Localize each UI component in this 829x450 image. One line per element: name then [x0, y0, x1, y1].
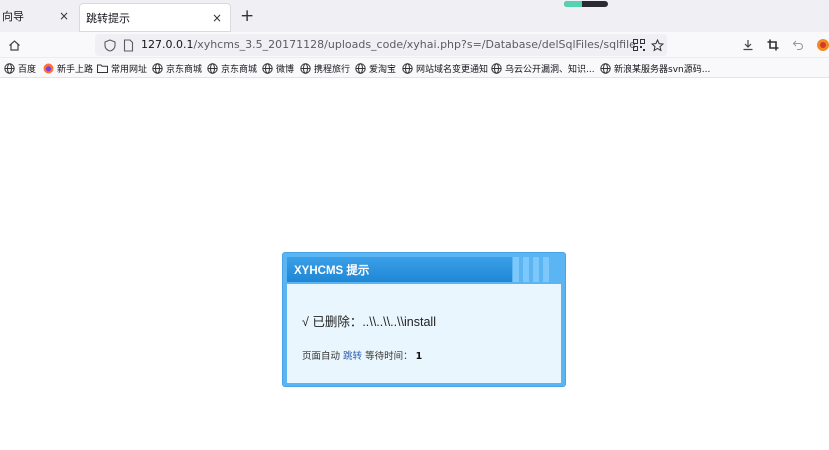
wait-label: 等待时间： — [365, 351, 413, 362]
undo-icon[interactable] — [789, 36, 807, 54]
bookmark-label: 百度 — [18, 64, 37, 75]
close-tab-icon[interactable]: × — [58, 9, 70, 23]
extension-icon[interactable] — [814, 36, 829, 54]
qr-code-icon[interactable] — [630, 36, 648, 54]
header-stripe — [543, 257, 549, 282]
redirect-notice: 页面自动 跳转 等待时间： 1 — [302, 348, 422, 362]
folder-icon — [97, 63, 108, 74]
bookmark-label: 网站域名变更通知 — [416, 64, 489, 75]
header-stripe — [523, 257, 529, 282]
bookmark-item[interactable]: 携程旅行 — [300, 61, 350, 75]
header-stripe — [533, 257, 539, 282]
globe-icon — [4, 62, 15, 74]
dialog-header: XYHCMS 提示 — [287, 257, 512, 282]
bookmark-label: 京东商城 — [166, 64, 203, 75]
firefox-icon — [43, 63, 54, 74]
bookmark-label: 乌云公开漏洞、知识... — [505, 64, 595, 75]
new-tab-button[interactable]: + — [240, 6, 254, 26]
wait-prefix: 页面自动 — [302, 351, 341, 362]
tab-previous[interactable]: 向导 × — [0, 0, 78, 32]
bookmark-item[interactable]: 网站域名变更通知 — [402, 61, 488, 75]
wait-seconds: 1 — [415, 351, 423, 362]
globe-icon — [262, 62, 273, 74]
tab-indicator — [564, 1, 608, 7]
bookmarks-bar: 百度 新手上路 常用网址 京东商城 京东商城 微博 携程旅行 爱淘宝 网站域名变… — [0, 58, 829, 78]
bookmark-item[interactable]: 百度 — [4, 61, 36, 75]
globe-icon — [152, 62, 163, 74]
url-text[interactable]: 127.0.0.1/xyhcms_3.5_20171128/uploads_co… — [141, 34, 635, 56]
bookmark-label: 新手上路 — [57, 64, 94, 75]
globe-icon — [207, 62, 218, 74]
bookmark-label: 常用网址 — [111, 64, 148, 75]
bookmark-item[interactable]: 爱淘宝 — [355, 61, 396, 75]
bookmark-label: 携程旅行 — [314, 64, 351, 75]
globe-icon — [600, 62, 611, 74]
home-icon[interactable] — [5, 36, 23, 54]
bookmark-item[interactable]: 常用网址 — [97, 61, 147, 75]
header-stripe — [513, 257, 519, 282]
url-path: /xyhcms_3.5_20171128/uploads_code/xyhai.… — [193, 38, 635, 51]
url-host: 127.0.0.1 — [141, 38, 194, 51]
bookmark-item[interactable]: 乌云公开漏洞、知识... — [491, 61, 595, 75]
bookmark-label: 微博 — [276, 64, 295, 75]
crop-icon[interactable] — [764, 36, 782, 54]
tab-strip: 向导 × 跳转提示 × + — [0, 0, 829, 32]
dialog-body: √ 已删除：..\\..\\..\\install 页面自动 跳转 等待时间： 1 — [287, 284, 561, 383]
bookmark-item[interactable]: 京东商城 — [207, 61, 257, 75]
tab-active[interactable]: 跳转提示 × — [79, 3, 231, 32]
bookmark-item[interactable]: 新手上路 — [43, 61, 93, 75]
bookmark-label: 新浪某服务器svn源码... — [614, 64, 711, 75]
bookmark-star-icon[interactable] — [648, 36, 666, 54]
jump-link[interactable]: 跳转 — [343, 351, 362, 362]
globe-icon — [300, 62, 311, 74]
bookmark-item[interactable]: 新浪某服务器svn源码... — [600, 61, 710, 75]
close-tab-icon[interactable]: × — [211, 11, 223, 25]
success-message: √ 已删除：..\\..\\..\\install — [302, 315, 436, 329]
globe-icon — [402, 62, 413, 74]
tab-label: 跳转提示 — [86, 11, 130, 25]
bookmark-label: 京东商城 — [221, 64, 258, 75]
bookmark-label: 爱淘宝 — [369, 64, 397, 75]
globe-icon — [355, 62, 366, 74]
notice-dialog: XYHCMS 提示 √ 已删除：..\\..\\..\\install 页面自动… — [282, 252, 566, 387]
navigation-bar: 127.0.0.1/xyhcms_3.5_20171128/uploads_co… — [0, 32, 829, 58]
address-bar[interactable]: 127.0.0.1/xyhcms_3.5_20171128/uploads_co… — [95, 34, 667, 56]
bookmark-item[interactable]: 京东商城 — [152, 61, 202, 75]
bookmark-item[interactable]: 微博 — [262, 61, 294, 75]
shield-icon[interactable] — [101, 36, 119, 54]
download-icon[interactable] — [739, 36, 757, 54]
page-icon[interactable] — [119, 36, 137, 54]
tab-label: 向导 — [2, 10, 24, 23]
dialog-title: XYHCMS 提示 — [294, 265, 370, 277]
globe-icon — [491, 62, 502, 74]
